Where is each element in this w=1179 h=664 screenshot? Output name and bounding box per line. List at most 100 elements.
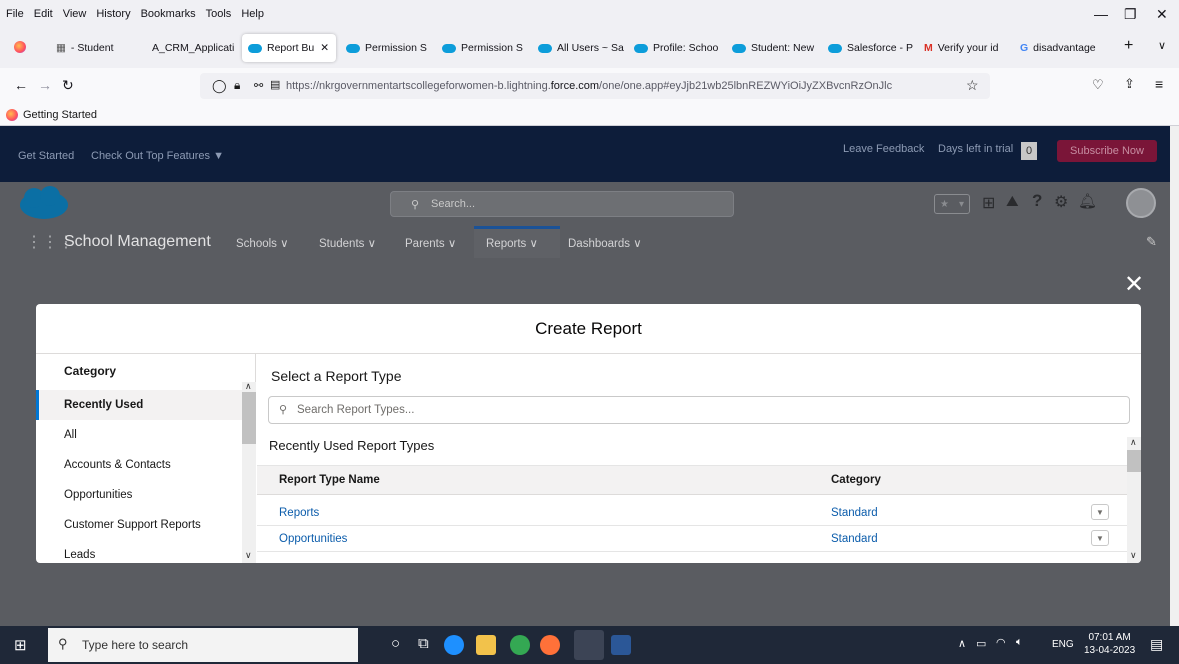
bookmark-star-icon[interactable]: ☆ [966,77,979,94]
menu-bookmarks[interactable]: Bookmarks [141,8,196,20]
category-heading: Category [64,364,117,378]
system-clock[interactable]: 07:01 AM 13-04-2023 [1084,631,1135,657]
scroll-up-icon[interactable]: ∧ [245,381,252,392]
tab-permission-1[interactable]: Permission S [340,34,436,62]
menu-tools[interactable]: Tools [206,8,232,20]
restore-icon[interactable]: ❐ [1124,6,1137,23]
report-type-link[interactable]: Opportunities [279,533,347,545]
user-avatar[interactable] [1126,188,1156,218]
category-recently-used[interactable]: Recently Used [36,390,242,420]
address-bar[interactable]: ◯ 🔒︎ ⚯ ▤ https://nkrgovernmentartscolleg… [200,73,990,99]
page-scrollbar[interactable] [1170,126,1179,626]
edge-icon[interactable] [444,635,464,655]
nav-parents[interactable]: Parents ∨ [405,236,456,250]
global-actions-icon[interactable]: ⊞ [982,193,995,213]
volume-icon[interactable]: 🔈︎ [1016,636,1023,649]
taskbar-search-input[interactable]: ⚲ Type here to search [48,628,358,662]
category-accounts-contacts[interactable]: Accounts & Contacts [36,450,242,480]
forward-icon[interactable]: → [38,77,52,93]
menu-view[interactable]: View [63,8,87,20]
scroll-up-icon[interactable]: ∧ [1130,437,1137,448]
tab-student[interactable]: ▦ - Student [50,34,146,62]
get-started-link[interactable]: Get Started [18,150,74,162]
word-icon[interactable] [611,635,631,655]
permissions-icon[interactable]: ⚯ [254,79,263,92]
salesforce-logo[interactable] [18,186,70,222]
reader-icon[interactable]: ▤ [270,78,280,91]
nav-schools[interactable]: Schools ∨ [236,236,289,250]
tab-student-new[interactable]: Student: New [726,34,822,62]
battery-icon[interactable]: ▭ [976,637,986,650]
bookmark-getting-started[interactable]: Getting Started [23,109,97,121]
tab-crm-application[interactable]: A_CRM_Applicati [146,34,240,62]
edit-pencil-icon[interactable]: ✎ [1146,234,1157,250]
category-opportunities[interactable]: Opportunities [36,480,242,510]
share-icon[interactable]: ⇪ [1124,76,1135,92]
menu-edit[interactable]: Edit [34,8,53,20]
url-text: https://nkrgovernmentartscollegeforwomen… [286,80,893,92]
task-view-icon[interactable]: ⧉ [418,635,429,652]
cortana-icon[interactable]: ○ [391,635,400,652]
category-leads[interactable]: Leads [36,540,242,563]
minimize-icon[interactable]: — [1094,6,1108,22]
trailhead-icon[interactable]: ⛰ [1006,193,1019,210]
close-modal-icon[interactable]: ✕ [1124,270,1144,299]
scroll-down-icon[interactable]: ∨ [1130,550,1137,561]
pocket-icon[interactable]: ♡ [1092,77,1104,93]
table-scroll-thumb[interactable] [1127,450,1141,472]
close-window-icon[interactable]: ✕ [1156,6,1168,23]
close-tab-icon[interactable]: ✕ [320,42,329,54]
report-type-search-input[interactable]: ⚲ Search Report Types... [268,396,1130,424]
tab-profile[interactable]: Profile: Schoo [628,34,726,62]
tab-salesforce[interactable]: Salesforce - P [822,34,918,62]
shield-icon[interactable]: ◯ [212,78,227,94]
tab-all-users[interactable]: All Users ~ Sa [532,34,628,62]
menu-file[interactable]: File [6,8,24,20]
notifications-icon[interactable]: ▤ [1150,636,1163,653]
menu-hamburger-icon[interactable]: ≡ [1155,76,1163,92]
subscribe-now-button[interactable]: Subscribe Now [1057,140,1157,162]
chrome-icon[interactable] [510,635,530,655]
tab-report-builder[interactable]: Report Bu ✕ [242,34,336,62]
tab-disadvantage[interactable]: Gdisadvantage [1014,34,1110,62]
column-report-type-name[interactable]: Report Type Name [279,474,380,486]
table-row[interactable]: Opportunities Standard ▼ [257,526,1127,552]
firefox-icon[interactable] [540,635,560,655]
column-category[interactable]: Category [831,474,881,486]
tab-list-icon[interactable]: ∨ [1158,39,1166,52]
language-indicator[interactable]: ENG [1052,639,1074,650]
opera-icon[interactable] [574,630,604,660]
leave-feedback-link[interactable]: Leave Feedback [843,143,924,155]
file-explorer-icon[interactable] [476,635,496,655]
nav-students[interactable]: Students ∨ [319,236,376,250]
back-icon[interactable]: ← [14,77,28,93]
menu-help[interactable]: Help [241,8,264,20]
tray-chevron-icon[interactable]: ∧ [958,637,966,650]
new-tab-icon[interactable]: + [1124,37,1133,55]
wifi-icon[interactable]: ◠ [996,636,1006,649]
salesforce-icon [442,43,456,53]
row-actions-chevron-icon[interactable]: ▼ [1091,530,1109,546]
top-features-link[interactable]: Check Out Top Features ▼ [91,150,224,162]
global-search-input[interactable]: ⚲ Search... [390,191,734,217]
row-actions-chevron-icon[interactable]: ▼ [1091,504,1109,520]
lock-icon[interactable]: 🔒︎ [234,78,240,93]
sidebar-scroll-thumb[interactable] [242,392,256,444]
notifications-bell-icon[interactable]: 🔔︎ [1078,192,1097,210]
nav-reports[interactable]: Reports ∨ [486,236,538,250]
tab-verify[interactable]: M Verify your id [918,34,1014,62]
category-all[interactable]: All [36,420,242,450]
scroll-down-icon[interactable]: ∨ [245,550,252,561]
table-row[interactable]: Reports Standard ▼ [257,500,1127,526]
reload-icon[interactable]: ↻ [62,77,74,94]
firefox-view-icon[interactable] [14,41,31,56]
help-icon[interactable]: ? [1032,191,1042,211]
tab-permission-2[interactable]: Permission S [436,34,532,62]
nav-dashboards[interactable]: Dashboards ∨ [568,236,642,250]
report-type-link[interactable]: Reports [279,507,319,519]
setup-gear-icon[interactable]: ⚙ [1054,192,1068,212]
favorites-button[interactable]: ★ ▾ [934,194,970,214]
menu-history[interactable]: History [96,8,130,20]
windows-start-icon[interactable]: ⊞ [14,636,27,654]
category-customer-support[interactable]: Customer Support Reports [36,510,242,540]
